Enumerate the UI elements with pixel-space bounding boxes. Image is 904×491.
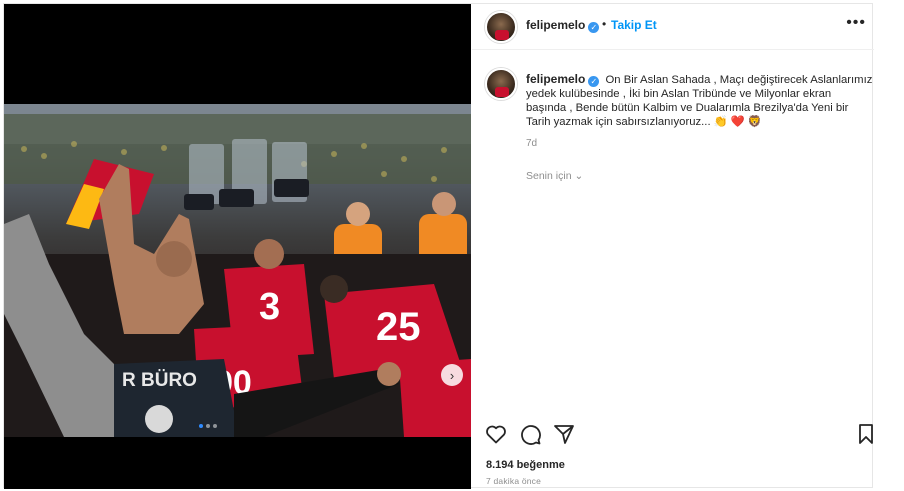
chevron-right-icon: › — [449, 367, 455, 383]
heart-emoji-icon: ❤️ — [730, 116, 745, 128]
caption-username-label: felipemelo — [526, 72, 586, 86]
carousel-dot — [206, 424, 210, 428]
username-label: felipemelo — [526, 18, 586, 32]
police-vest-text: R BÜRO — [122, 370, 197, 391]
post-actions — [472, 422, 874, 446]
likes-count[interactable]: 8.194 beğenme — [486, 459, 565, 471]
lion-emoji-icon: 🦁 — [747, 116, 762, 128]
post-media[interactable]: 3 90 25 R BÜRO › — [4, 4, 471, 489]
clap-emoji-icon: 👏 — [713, 116, 728, 128]
more-options-icon[interactable]: ••• — [846, 14, 866, 32]
separator-dot: • — [602, 17, 607, 31]
carousel-dot — [199, 424, 203, 428]
post-photo: 3 90 25 R BÜRO › — [4, 104, 471, 437]
instagram-post-window: 3 90 25 R BÜRO › felipemelo ✓ • Takip Et… — [3, 3, 874, 489]
carousel-indicator — [199, 424, 217, 428]
comment-icon[interactable] — [518, 422, 542, 446]
post-timestamp: 7 dakika önce — [486, 476, 542, 486]
translation-label: Senin için — [526, 170, 572, 182]
jersey-number-3: 3 — [259, 286, 280, 328]
caption-age: 7d — [526, 138, 538, 149]
heart-icon[interactable] — [484, 422, 508, 446]
chevron-down-icon: ⌄ — [574, 170, 584, 182]
translation-toggle[interactable]: Senin için ⌄ — [526, 170, 583, 182]
carousel-next-button[interactable]: › — [441, 364, 463, 386]
carousel-dot — [213, 424, 217, 428]
crowd-celebration-image: 3 90 25 R BÜRO — [4, 104, 471, 437]
caption-username-link[interactable]: felipemelo ✓ — [526, 72, 600, 87]
avatar[interactable] — [485, 11, 517, 43]
paper-plane-icon[interactable] — [552, 422, 576, 446]
follow-button[interactable]: Takip Et — [611, 18, 657, 32]
verified-badge-icon: ✓ — [588, 76, 600, 87]
post-header: felipemelo ✓ • Takip Et ••• — [472, 4, 874, 50]
bookmark-icon[interactable] — [854, 422, 878, 446]
username-link[interactable]: felipemelo ✓ — [526, 18, 600, 33]
verified-badge-icon: ✓ — [588, 22, 600, 33]
avatar[interactable] — [485, 68, 517, 100]
jersey-number-25: 25 — [376, 305, 421, 349]
post-details-panel: felipemelo ✓ • Takip Et ••• felipemelo ✓ O… — [472, 4, 874, 489]
caption-text: felipemelo ✓ On Bir Aslan Sahada , Maçı d… — [526, 72, 874, 129]
